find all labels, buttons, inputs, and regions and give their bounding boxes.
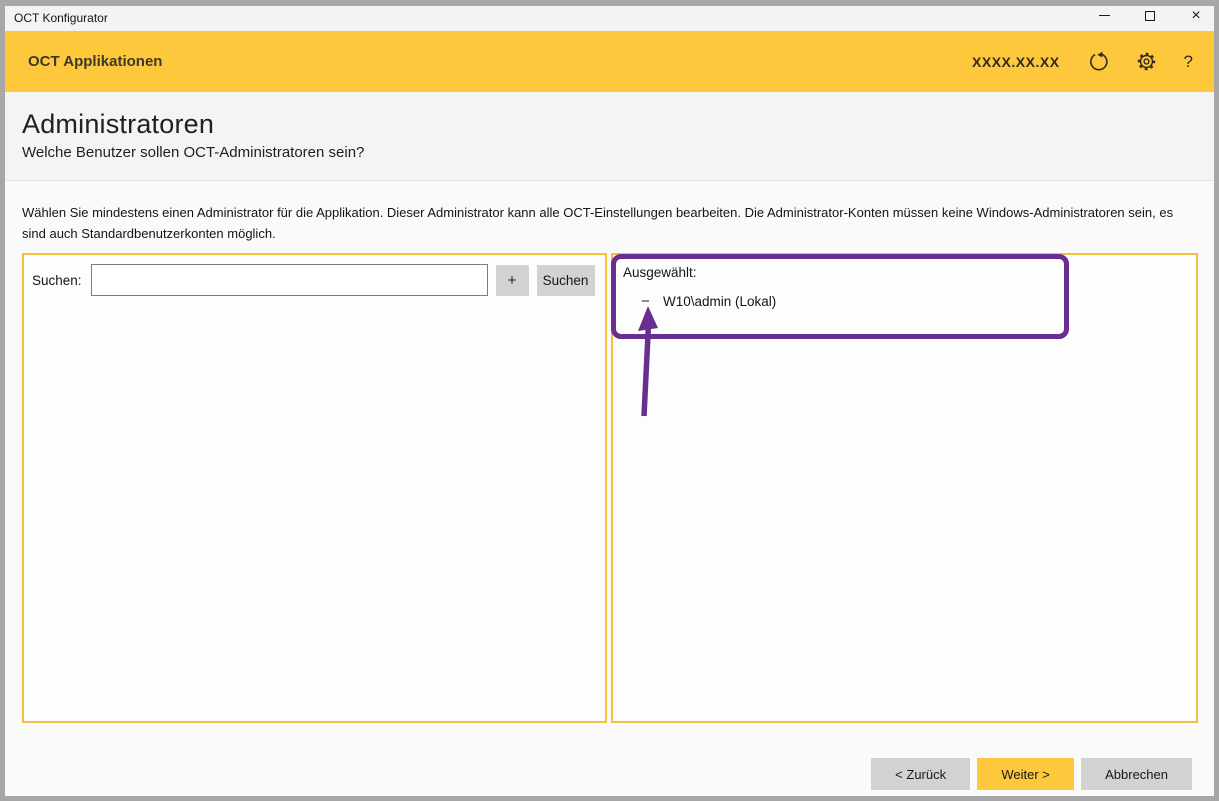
app-title: OCT Applikationen [0,53,162,70]
close-icon: × [1191,8,1200,24]
selected-user-name: W10\admin (Lokal) [663,294,776,309]
cancel-button[interactable]: Abbrechen [1081,758,1192,790]
selected-label: Ausgewählt: [613,255,1196,280]
minimize-icon [1099,15,1110,16]
app-header-bar: OCT Applikationen XXXX.XX.XX ? [0,31,1219,92]
instructions-text: Wählen Sie mindestens einen Administrato… [0,182,1219,244]
page-header: Administratoren Welche Benutzer sollen O… [0,92,1219,181]
add-user-button[interactable]: + [496,265,529,296]
minimize-button[interactable] [1081,0,1127,31]
settings-button[interactable] [1136,51,1157,72]
page-title: Administratoren [22,109,1197,140]
maximize-icon [1145,11,1155,21]
version-label: XXXX.XX.XX [972,54,1059,70]
wizard-footer: < Zurück Weiter > Abbrechen [871,758,1192,790]
search-input[interactable] [91,264,488,296]
panels-container: Suchen: + Suchen Ausgewählt: − W10\admin… [22,253,1198,723]
selected-user-row[interactable]: − W10\admin (Lokal) [641,293,1196,310]
window-controls: × [1081,0,1219,31]
app-window: OCT Konfigurator × OCT Applikationen XXX… [0,0,1219,801]
page-subtitle: Welche Benutzer sollen OCT-Administrator… [22,144,1197,161]
page-content: Wählen Sie mindestens einen Administrato… [0,182,1219,801]
maximize-button[interactable] [1127,0,1173,31]
appbar-actions: XXXX.XX.XX ? [972,51,1219,73]
search-label: Suchen: [32,273,82,288]
search-row: Suchen: + Suchen [24,255,605,296]
close-button[interactable]: × [1173,0,1219,31]
selected-panel: Ausgewählt: − W10\admin (Lokal) [611,253,1198,723]
refresh-icon [1087,51,1109,73]
gear-icon [1136,51,1157,72]
help-icon: ? [1184,52,1193,72]
titlebar: OCT Konfigurator × [0,0,1219,31]
back-button[interactable]: < Zurück [871,758,970,790]
window-title: OCT Konfigurator [0,7,108,25]
help-button[interactable]: ? [1184,52,1193,72]
next-button[interactable]: Weiter > [977,758,1074,790]
refresh-button[interactable] [1087,51,1109,73]
search-button[interactable]: Suchen [537,265,595,296]
search-panel: Suchen: + Suchen [22,253,607,723]
remove-user-icon[interactable]: − [641,293,663,310]
